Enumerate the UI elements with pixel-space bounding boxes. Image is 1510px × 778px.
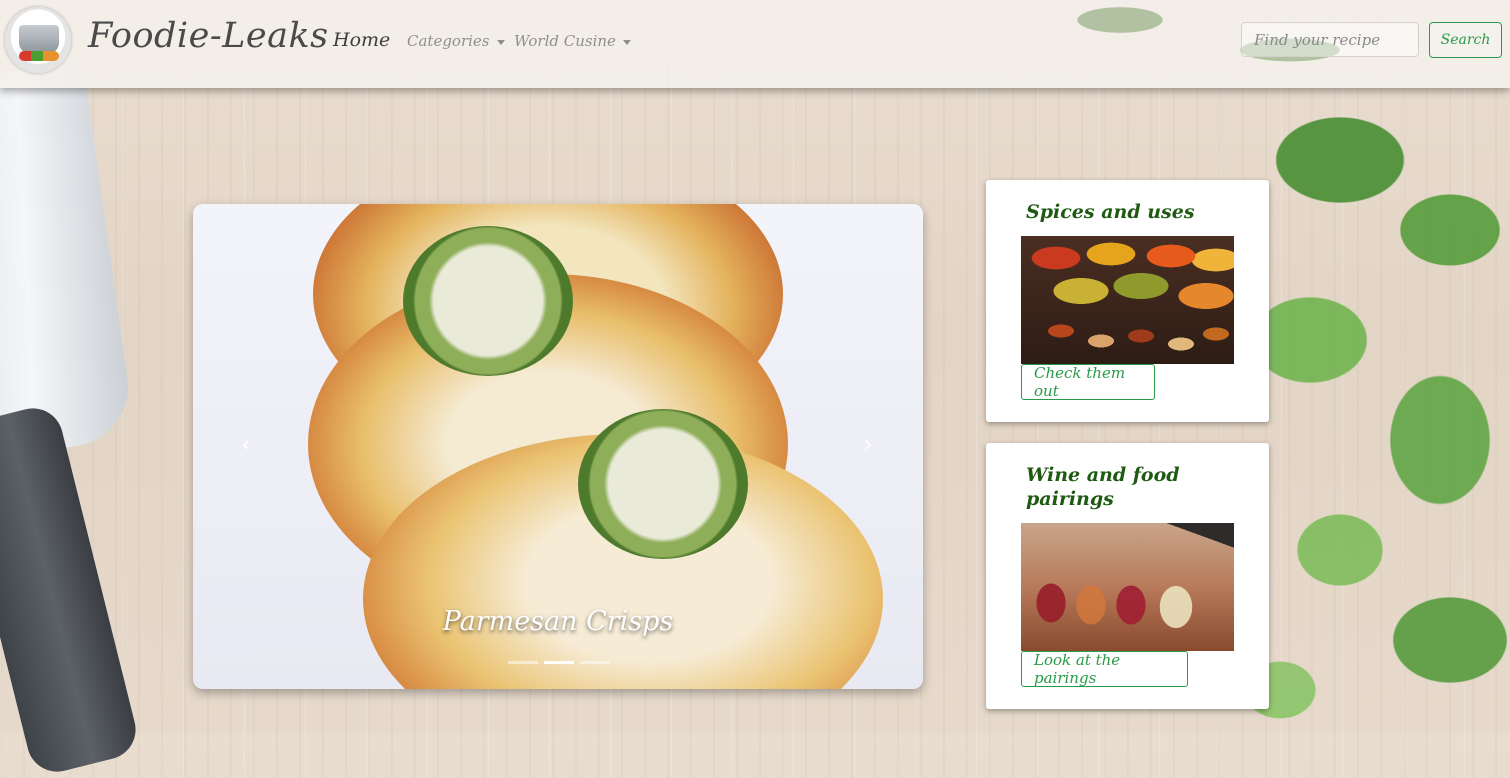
recipe-carousel[interactable]: ‹ › Parmesan Crisps xyxy=(193,204,923,689)
chevron-right-icon[interactable]: › xyxy=(848,424,888,464)
wine-card-title: Wine and food pairings xyxy=(1026,464,1180,510)
wine-pairings-card: Wine and food pairings Look at the pairi… xyxy=(986,443,1269,709)
knife-handle-decoration xyxy=(0,402,142,778)
cooking-pot-icon xyxy=(19,25,59,53)
nav-world-cuisine-dropdown[interactable]: World Cusine xyxy=(514,31,631,51)
spices-image xyxy=(1021,236,1234,364)
carousel-indicator-3[interactable] xyxy=(580,661,610,664)
vegetables-icon xyxy=(19,51,59,61)
carousel-caption: Parmesan Crisps xyxy=(442,606,674,637)
caret-down-icon xyxy=(496,39,505,45)
logo[interactable] xyxy=(5,7,71,73)
spices-card-title: Spices and uses xyxy=(1026,201,1195,223)
wine-glasses-photo xyxy=(1021,523,1234,651)
knife-blade-decoration xyxy=(0,61,136,459)
jalapeno-slice xyxy=(403,226,573,376)
nav-categories-label: Categories xyxy=(407,32,490,50)
wine-image xyxy=(1021,523,1234,651)
nav-categories-dropdown[interactable]: Categories xyxy=(407,31,505,51)
carousel-indicators xyxy=(508,661,610,665)
carousel-indicator-1[interactable] xyxy=(508,661,538,664)
look-at-pairings-button[interactable]: Look at the pairings xyxy=(1021,651,1188,687)
spices-card: Spices and uses Check them out xyxy=(986,180,1269,422)
chevron-left-icon[interactable]: ‹ xyxy=(226,424,266,464)
navbar: Foodie-Leaks Home Categories World Cusin… xyxy=(0,0,1510,90)
carousel-indicator-2[interactable] xyxy=(544,661,574,664)
search-input[interactable] xyxy=(1241,22,1419,57)
check-them-out-button[interactable]: Check them out xyxy=(1021,364,1155,400)
spices-photo xyxy=(1021,236,1234,364)
nav-home-link[interactable]: Home xyxy=(333,28,390,52)
search-button[interactable]: Search xyxy=(1429,22,1502,58)
jalapeno-slice xyxy=(578,409,748,559)
caret-down-icon xyxy=(622,39,631,45)
nav-world-cuisine-label: World Cusine xyxy=(514,32,616,50)
brand-name[interactable]: Foodie-Leaks xyxy=(88,14,329,58)
